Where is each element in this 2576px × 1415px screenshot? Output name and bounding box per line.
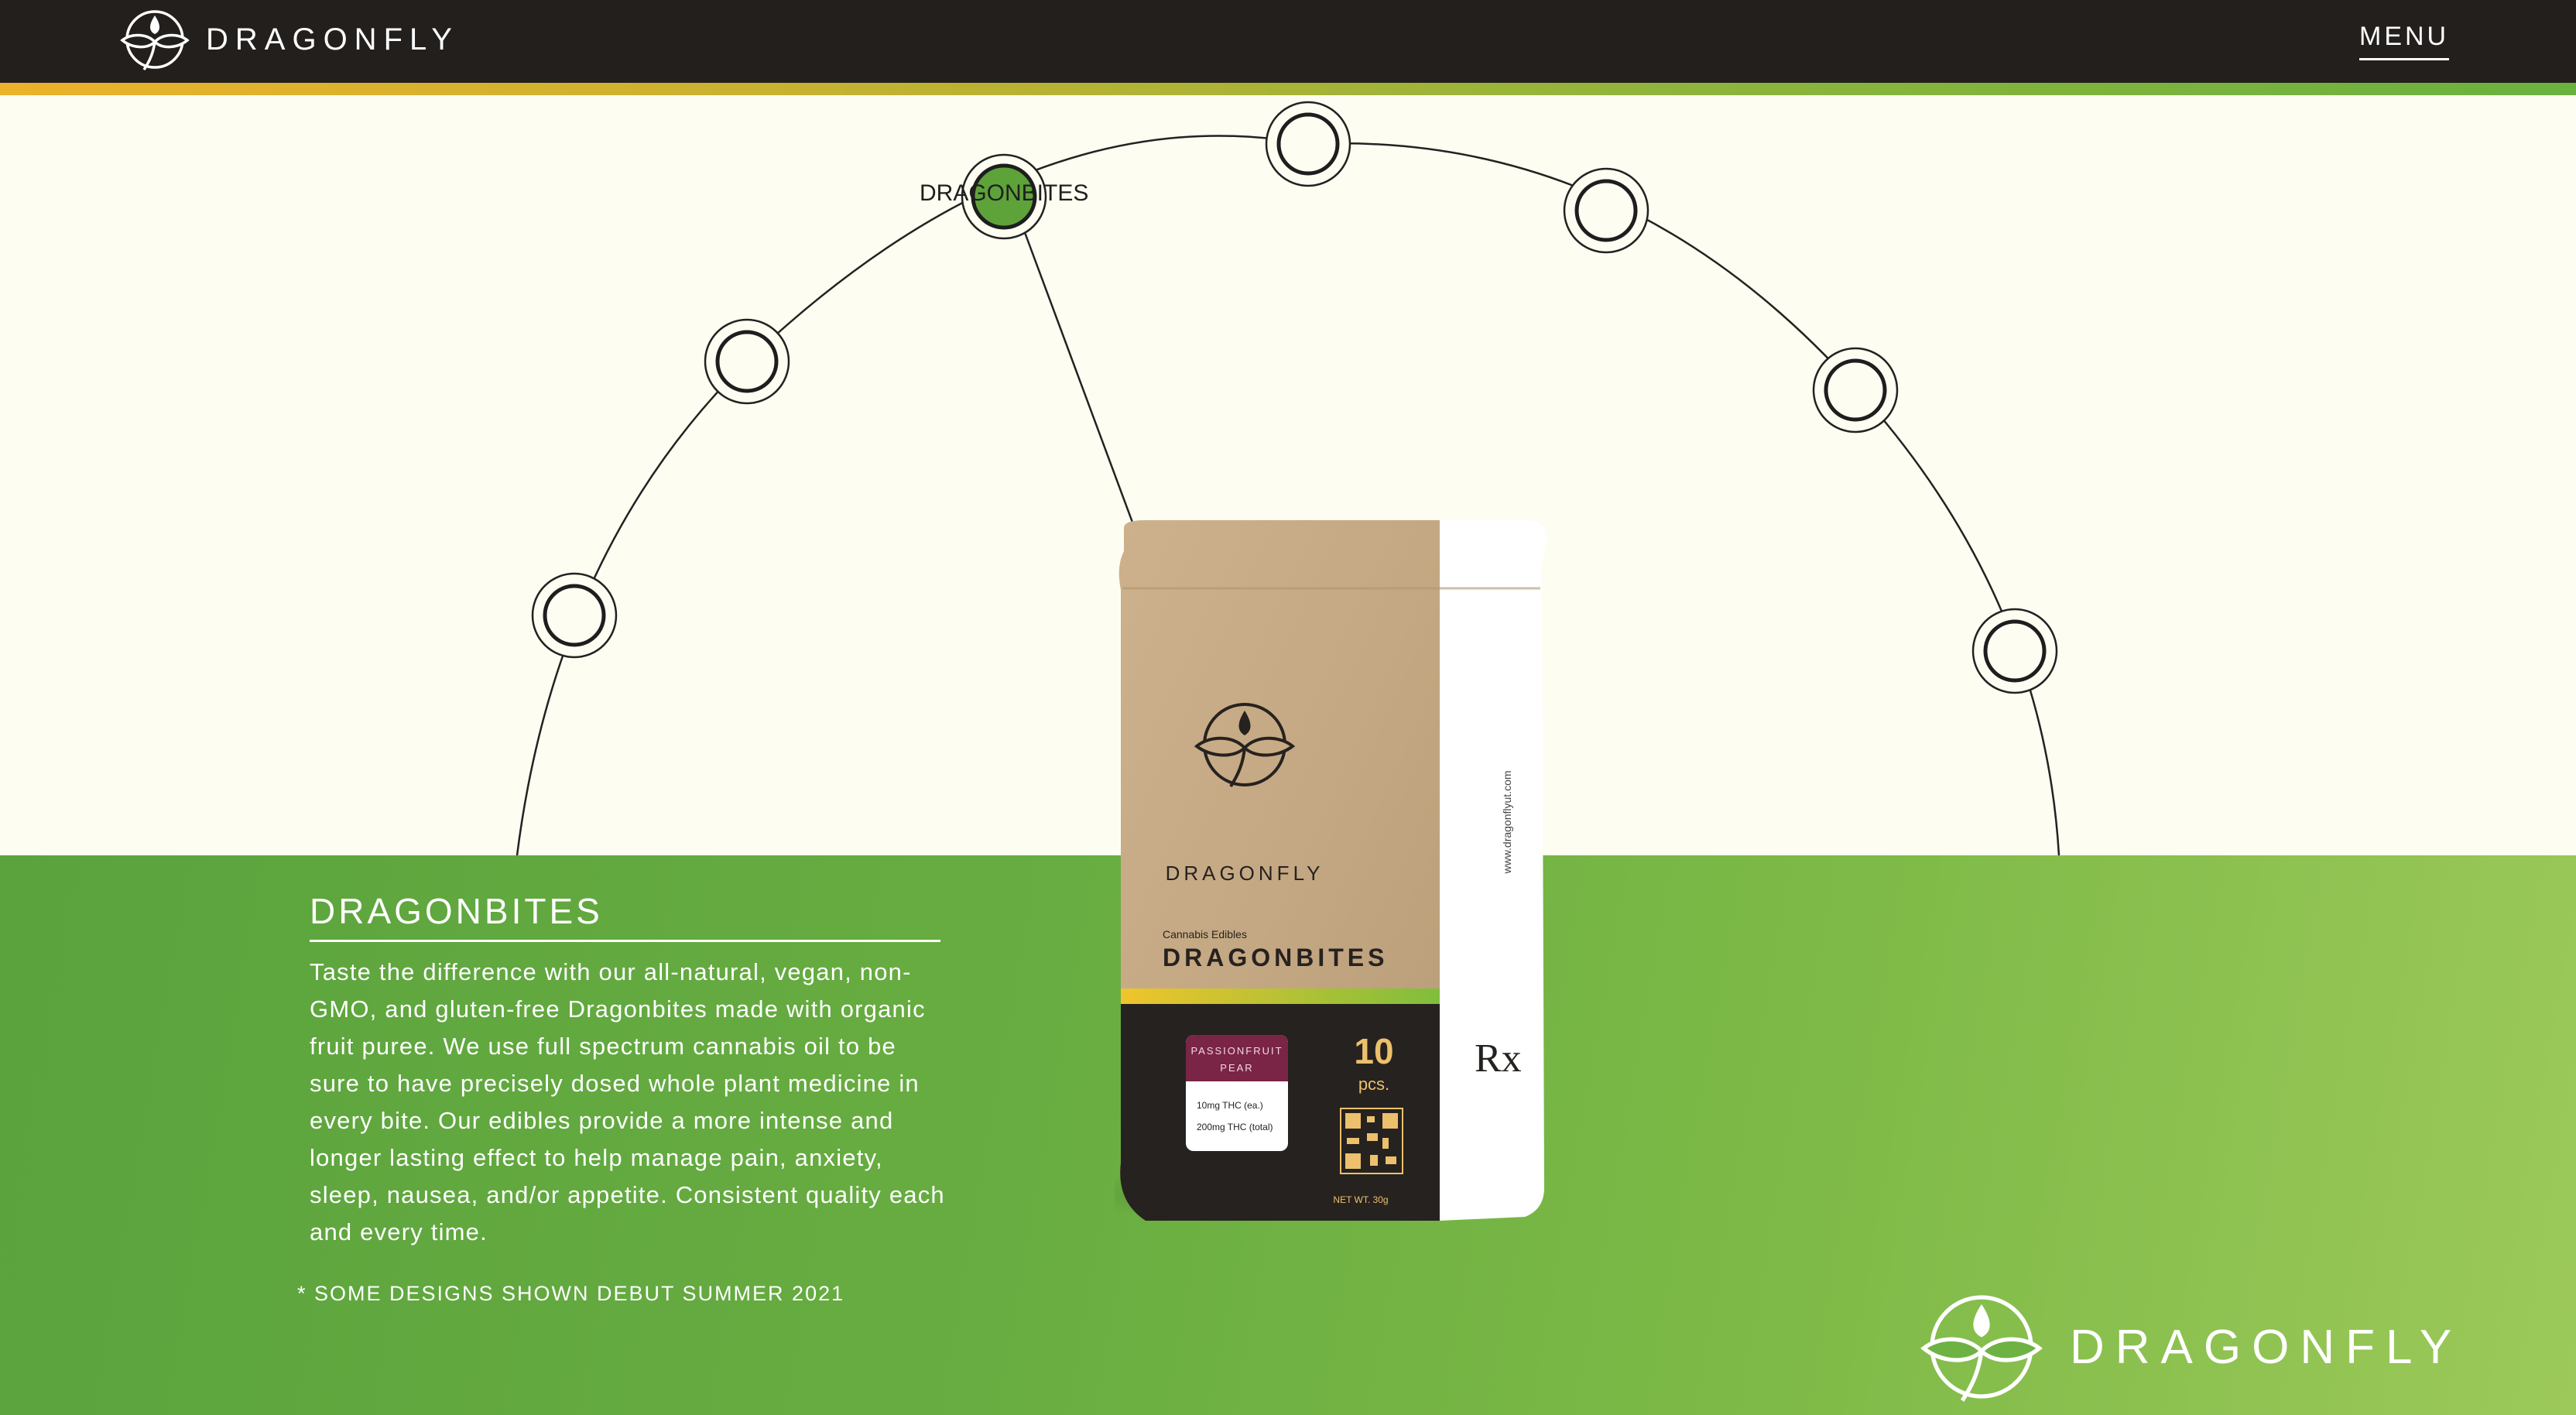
pouch-rx: Rx (1475, 1036, 1522, 1081)
footer-logo[interactable]: DRAGONFLY (1912, 1285, 2462, 1409)
footer-brand-name: DRAGONFLY (2070, 1320, 2463, 1374)
section-description: Taste the difference with our all-natura… (310, 958, 945, 1245)
dragonfly-leaf-icon (1920, 1295, 2043, 1402)
pouch-category: Cannabis Edibles (1163, 928, 1247, 940)
carousel-node-6[interactable] (1812, 347, 1899, 433)
active-node-label[interactable]: DRAGONBITES (920, 180, 1088, 207)
pouch-dose-each: 10mg THC (ea.) (1197, 1100, 1263, 1111)
carousel-node-7[interactable] (1971, 608, 2058, 694)
carousel-node-1[interactable] (531, 572, 618, 659)
section-title: DRAGONBITES (310, 890, 940, 942)
pouch-flavor-line1: PASSIONFRUIT (1190, 1045, 1283, 1057)
pouch-net-weight: NET WT. 30g (1333, 1194, 1388, 1205)
carousel-node-2[interactable] (704, 318, 790, 405)
pouch-dose-total: 200mg THC (total) (1197, 1122, 1273, 1132)
design-footnote: * SOME DESIGNS SHOWN DEBUT SUMMER 2021 (297, 1282, 845, 1305)
product-pouch-image: DRAGONFLY Cannabis Edibles DRAGONBITES P… (1115, 520, 1547, 1221)
connector-line (1022, 228, 1136, 527)
pouch-brand: DRAGONFLY (1166, 862, 1324, 885)
pouch-website: www.dragonflyut.com (1501, 770, 1513, 874)
pouch-product-name: DRAGONBITES (1163, 944, 1388, 971)
carousel-node-5[interactable] (1563, 167, 1649, 254)
pouch-flavor-line2: PEAR (1220, 1062, 1253, 1074)
qr-code (1340, 1108, 1403, 1174)
pouch-count-unit: pcs. (1358, 1074, 1389, 1094)
carousel-node-4[interactable] (1265, 101, 1351, 187)
pouch-count: 10 (1354, 1031, 1393, 1071)
